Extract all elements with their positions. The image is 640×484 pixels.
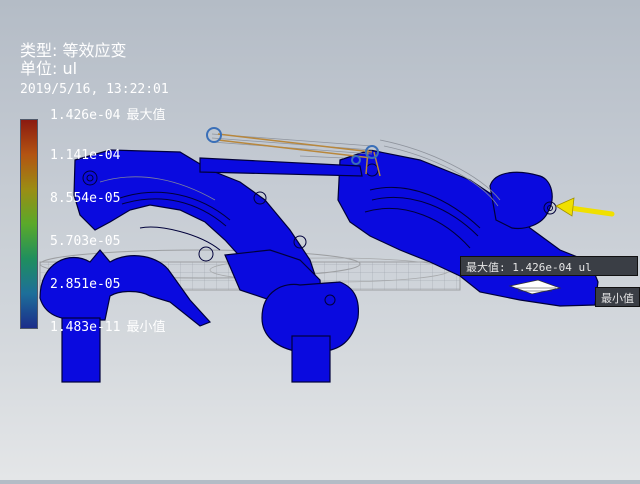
legend-tick-max: 1.426e-04 最大值 <box>50 104 165 123</box>
load-arrow-icon[interactable] <box>555 197 615 217</box>
legend-tick: 1.141e-04 <box>50 148 120 163</box>
bolts <box>206 127 379 165</box>
result-type-label: 类型: 等效应变 <box>20 41 127 60</box>
color-legend-bar <box>20 119 38 329</box>
legend-tick-note: 最小值 <box>126 320 166 335</box>
result-timestamp: 2019/5/16, 13:22:01 <box>20 82 169 97</box>
legend-tick-value: 5.703e-05 <box>50 234 121 249</box>
legend-tick: 2.851e-05 <box>50 277 120 292</box>
legend-tick-value: 8.554e-05 <box>50 191 121 206</box>
legend-tick-min: 1.483e-11 最小值 <box>50 316 165 335</box>
legend-tick-value: 1.141e-04 <box>50 148 121 163</box>
legend-tick: 8.554e-05 <box>50 191 120 206</box>
legend-tick: 5.703e-05 <box>50 234 120 249</box>
result-unit-label: 单位: ul <box>20 59 78 78</box>
legend-tick-value: 2.851e-05 <box>50 277 121 292</box>
max-value-probe[interactable]: 最大值: 1.426e-04 ul <box>460 256 638 276</box>
legend-tick-note: 最大值 <box>126 108 166 123</box>
legend-tick-value: 1.483e-11 <box>50 320 121 335</box>
min-value-probe[interactable]: 最小值 <box>595 287 640 307</box>
legend-tick-value: 1.426e-04 <box>50 108 121 123</box>
